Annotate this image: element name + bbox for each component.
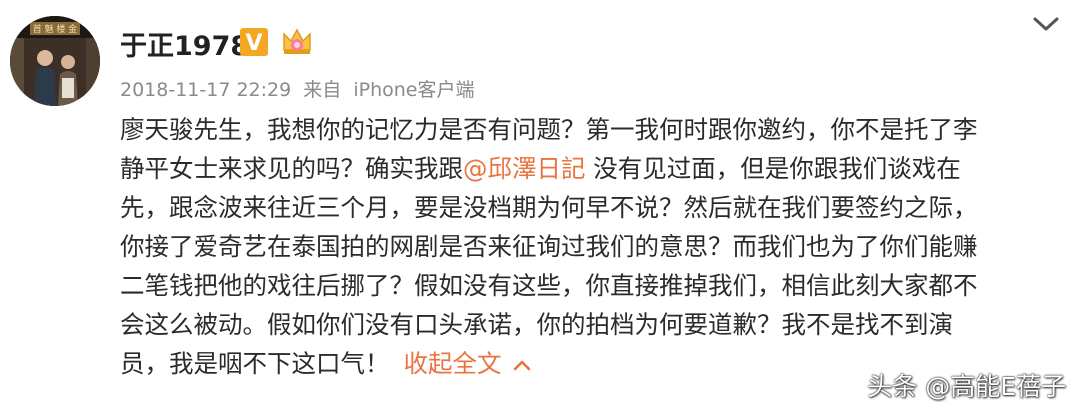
post-line: 廖天骏先生，我想你的记忆力是否有问题？第一我何时跟你邀约，你不是托了李: [120, 115, 978, 144]
post-line: 静平女士来求见的吗？确实我跟@邱澤日記 没有见过面，但是你跟我们谈戏在: [120, 149, 1060, 188]
collapse-full-text-button[interactable]: 收起全文: [404, 349, 532, 378]
post-meta: 2018-11-17 22:29 来自 iPhone客户端: [120, 75, 480, 102]
verified-badge-icon: V: [240, 28, 268, 56]
post-source-prefix: 来自: [303, 79, 342, 101]
mention-link[interactable]: @邱澤日記: [463, 154, 586, 183]
post-body: 廖天骏先生，我想你的记忆力是否有问题？第一我何时跟你邀约，你不是托了李 静平女士…: [120, 110, 1060, 383]
post-timestamp: 2018-11-17 22:29: [120, 79, 292, 101]
post-source[interactable]: iPhone客户端: [353, 79, 474, 101]
author-name[interactable]: 于正1978: [120, 24, 249, 63]
post-line: 先，跟念波来往近三个月，要是没档期为何早不说？然后就在我们要签约之际，: [120, 193, 978, 222]
post-line: 你接了爱奇艺在泰国拍的网剧是否来征询过我们的意思？而我们也为了你们能赚: [120, 232, 978, 261]
watermark: 头条 @高能E蓓子: [867, 372, 1066, 401]
crown-icon[interactable]: [280, 24, 314, 58]
post-text: 没有见过面，但是你跟我们谈戏在: [585, 154, 961, 183]
svg-text:V: V: [245, 31, 262, 56]
post-text: 员，我是咽不下这口气！: [120, 349, 390, 378]
chevron-down-icon[interactable]: [1032, 14, 1060, 34]
avatar-image: 首 魅 楼 金: [10, 16, 100, 106]
post-line: 二笔钱把他的戏往后挪了？假如没有这些，你直接推掉我们，相信此刻大家都不: [120, 271, 978, 300]
chevron-up-icon: [513, 360, 530, 371]
post-line: 会这么被动。假如你们没有口头承诺，你的拍档为何要道歉？我不是找不到演: [120, 310, 953, 339]
avatar[interactable]: 首 魅 楼 金: [10, 16, 100, 106]
post-text: 静平女士来求见的吗？确实我跟: [120, 154, 463, 183]
avatar-sign: 首 魅 楼 金: [33, 23, 78, 35]
collapse-label: 收起全文: [403, 349, 502, 378]
